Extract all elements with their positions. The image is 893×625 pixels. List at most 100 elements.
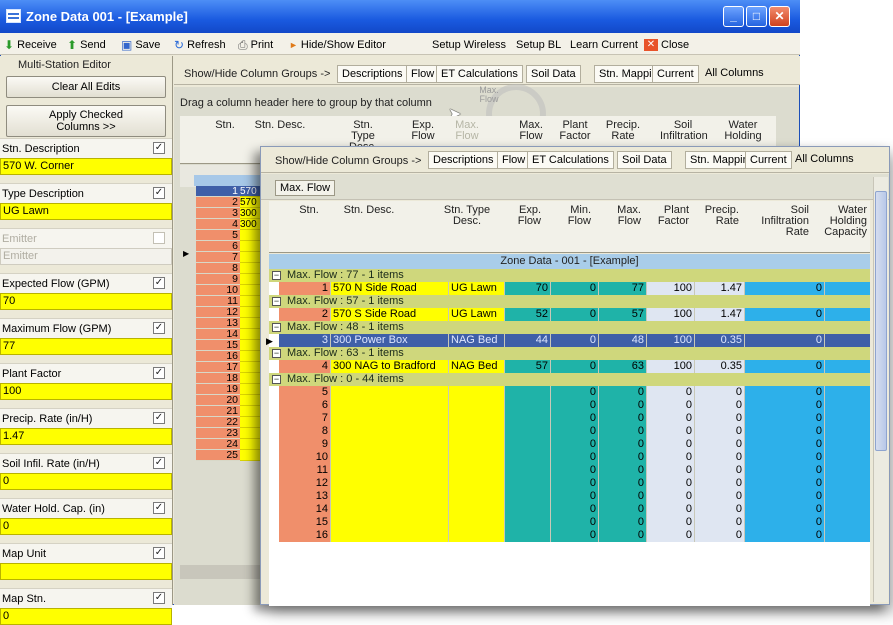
back-column-header[interactable]: Plant Factor [552,120,598,142]
grid-cell[interactable] [449,425,505,438]
grid-cell[interactable]: 57 [599,308,647,321]
grid-cell[interactable] [825,386,870,399]
field-checkbox[interactable]: ✓ [153,592,165,604]
grid-cell[interactable]: 0 [745,412,825,425]
grid-cell[interactable] [505,425,551,438]
grid-cell[interactable] [825,464,870,477]
minimize-button[interactable]: _ [723,6,744,27]
grid-cell[interactable] [331,399,449,412]
grid-cell[interactable]: 0 [647,412,695,425]
grid-cell[interactable] [449,490,505,503]
grid-cell[interactable]: 0 [695,529,745,542]
grid-cell[interactable]: 0.35 [695,360,745,373]
grid-cell[interactable]: 0 [647,529,695,542]
grid-cell[interactable] [825,490,870,503]
grid-cell[interactable]: 0 [695,438,745,451]
collapse-icon[interactable]: − [272,349,281,358]
data-row[interactable]: 16 0 0 0 0 0 [269,529,870,542]
grid-cell[interactable]: 0 [695,451,745,464]
grid-cell[interactable]: 0 [695,503,745,516]
grid-cell[interactable]: 70 [505,282,551,295]
data-row[interactable]: 13 0 0 0 0 0 [269,490,870,503]
grid-cell[interactable]: 0 [599,477,647,490]
grid-cell[interactable]: 0 [745,464,825,477]
grid-cell[interactable] [449,529,505,542]
grid-cell[interactable]: 100 [647,334,695,347]
grid-cell[interactable]: 0 [551,451,599,464]
grid-cell[interactable]: 0 [551,399,599,412]
data-row[interactable]: 800000 [269,425,870,438]
field-checkbox[interactable]: ✓ [153,547,165,559]
grid-cell[interactable]: 0 [647,464,695,477]
field-value-input[interactable]: 570 W. Corner [0,158,172,175]
field-value-input[interactable]: 77 [0,338,172,355]
grid-cell[interactable]: 0 [745,308,825,321]
grid-cell[interactable]: 0.35 [695,334,745,347]
maximize-button[interactable]: □ [746,6,767,27]
group-row[interactable]: − Max. Flow : 57 - 1 items [269,295,870,308]
front-column-header[interactable]: Stn. Type Desc. [439,205,495,227]
refresh-button[interactable]: ↻ Refresh [174,37,226,52]
setup-wireless-button[interactable]: Setup Wireless [432,37,506,52]
grid-cell[interactable] [331,386,449,399]
data-row[interactable]: 500000 [269,386,870,399]
grid-cell[interactable]: 0 [695,412,745,425]
grid-cell[interactable]: 11 [279,464,331,477]
grid-cell[interactable]: 0 [551,412,599,425]
field-checkbox[interactable]: ✓ [153,322,165,334]
data-row[interactable]: 700000 [269,412,870,425]
grid-cell[interactable] [825,282,870,295]
grid-cell[interactable]: 0 [695,386,745,399]
grid-cell[interactable]: 0 [745,503,825,516]
data-row[interactable]: 900000 [269,438,870,451]
grid-cell[interactable]: 0 [647,438,695,451]
group-chip-max-flow[interactable]: Max. Flow [275,180,336,196]
grid-cell[interactable] [825,477,870,490]
grid-cell[interactable] [825,438,870,451]
grid-cell[interactable] [505,399,551,412]
grid-cell[interactable] [331,477,449,490]
grid-cell[interactable]: 0 [551,282,599,295]
grid-cell[interactable] [505,451,551,464]
grid-cell[interactable] [449,399,505,412]
data-row[interactable]: 10 0 0 0 0 0 [269,451,870,464]
back-column-header[interactable]: Precip. Rate [600,120,646,142]
data-row[interactable]: 1 570 N Side Road UG Lawn 70 0 77 100 1.47 0 [269,282,870,295]
grid-cell[interactable]: UG Lawn [449,282,505,295]
grid-cell[interactable]: 0 [695,425,745,438]
hide-show-editor-button[interactable]: ► Hide/Show Editor [289,37,386,52]
tab-et-calculations[interactable]: ET Calculations [527,151,614,169]
grid-cell[interactable]: 0 [599,451,647,464]
grid-cell[interactable]: 3 [279,334,331,347]
front-column-header[interactable]: Stn. Desc. [339,205,399,216]
grid-cell[interactable]: 0 [551,386,599,399]
print-button[interactable]: ⎙ Print [238,37,273,52]
data-row[interactable]: 600000 [269,399,870,412]
grid-cell[interactable]: 44 [505,334,551,347]
grid-cell[interactable] [505,386,551,399]
grid-cell[interactable] [331,503,449,516]
tab-current[interactable]: Current [745,151,792,169]
grid-cell[interactable] [505,503,551,516]
grid-cell[interactable]: 0 [647,477,695,490]
grid-cell[interactable] [505,438,551,451]
field-checkbox[interactable]: ✓ [153,142,165,154]
grid-cell[interactable]: 0 [599,399,647,412]
grid-cell[interactable]: 0 [695,516,745,529]
back-row-number[interactable]: 25 [196,450,240,461]
back-column-header[interactable]: Max. Flow [508,120,554,142]
field-value-input[interactable]: 100 [0,383,172,400]
grid-cell[interactable] [331,490,449,503]
grid-cell[interactable]: NAG Bed [449,334,505,347]
grid-cell[interactable]: 0 [599,425,647,438]
grid-cell[interactable]: 0 [551,360,599,373]
receive-button[interactable]: ⬇ Receive [4,37,57,52]
grid-cell[interactable]: 300 Power Box [331,334,449,347]
grid-cell[interactable]: 0 [551,425,599,438]
grid-cell[interactable]: 12 [279,477,331,490]
tab-descriptions[interactable]: Descriptions [337,65,408,83]
grid-cell[interactable]: 300 NAG to Bradford [331,360,449,373]
grid-cell[interactable]: 0 [695,464,745,477]
grid-cell[interactable]: 9 [279,438,331,451]
grid-cell[interactable]: 0 [551,516,599,529]
